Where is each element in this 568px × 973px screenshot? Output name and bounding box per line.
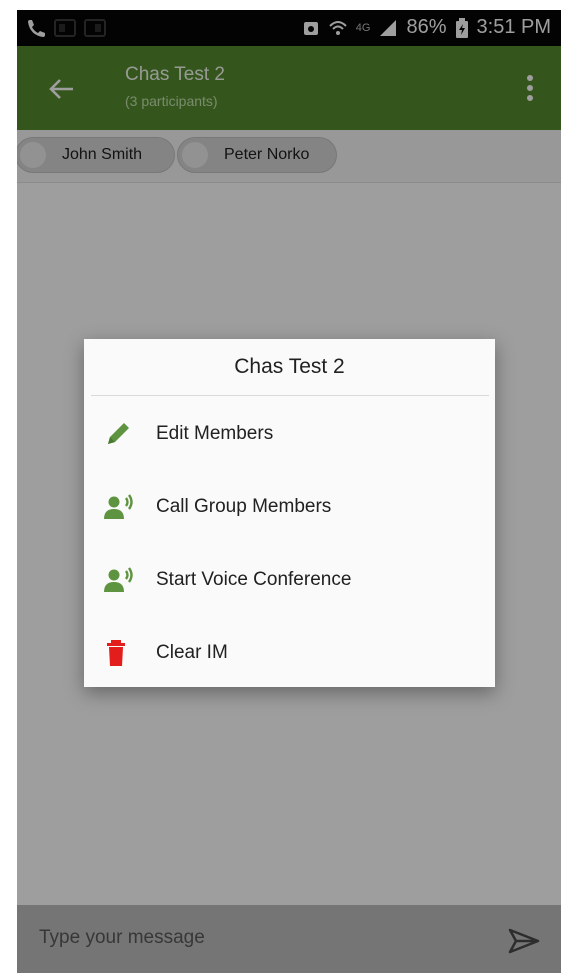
menu-item-label: Start Voice Conference bbox=[156, 569, 352, 590]
phone-screen: 4G 86% 3:51 PM Chas Test 2 (3 participan… bbox=[17, 10, 561, 973]
pencil-icon bbox=[108, 423, 129, 444]
dialog-divider bbox=[91, 395, 489, 396]
trash-icon bbox=[107, 640, 125, 666]
person-voice-icon bbox=[104, 494, 133, 519]
person-voice-icon bbox=[104, 567, 133, 592]
menu-item-label: Clear IM bbox=[156, 642, 228, 663]
menu-item-clear-im[interactable]: Clear IM bbox=[84, 623, 495, 683]
options-dialog: Chas Test 2 Edit Members Call Group Memb… bbox=[84, 339, 495, 687]
menu-item-edit-members[interactable]: Edit Members bbox=[84, 404, 495, 464]
menu-item-label: Call Group Members bbox=[156, 496, 332, 517]
menu-item-label: Edit Members bbox=[156, 423, 274, 444]
dialog-title: Chas Test 2 bbox=[234, 355, 345, 378]
menu-item-call-group-members[interactable]: Call Group Members bbox=[84, 477, 495, 537]
menu-item-start-voice-conference[interactable]: Start Voice Conference bbox=[84, 550, 495, 610]
